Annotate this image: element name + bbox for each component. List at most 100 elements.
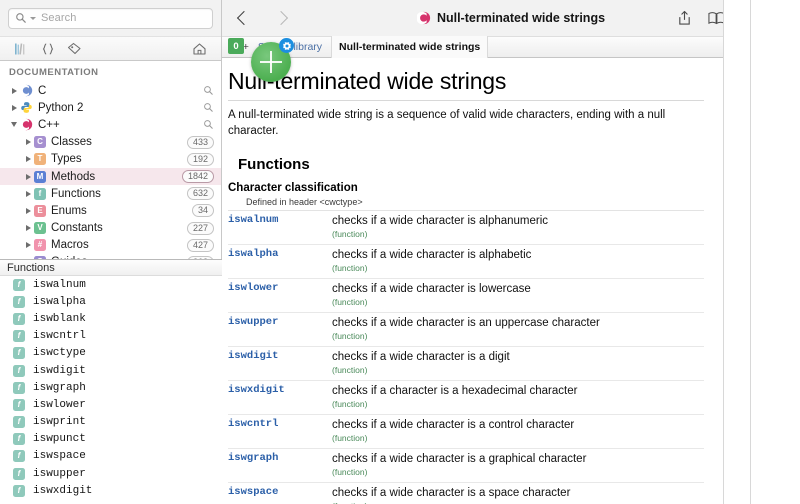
list-item[interactable]: f iswalnum	[0, 276, 222, 293]
page-title: Null-terminated wide strings	[228, 68, 704, 101]
type-badge-icon: #	[34, 239, 46, 252]
function-badge-icon: f	[13, 433, 25, 446]
list-item[interactable]: f iswblank	[0, 310, 222, 327]
breadcrumb-item-current[interactable]: Null-terminated wide strings	[331, 36, 489, 58]
function-kind: (function)	[332, 263, 368, 274]
function-kind: (function)	[332, 433, 368, 444]
function-name-cell[interactable]: iswdigit	[228, 346, 332, 382]
tree-item-macros[interactable]: # Macros 427	[0, 237, 221, 254]
home-icon[interactable]	[186, 39, 212, 59]
tree-item-types[interactable]: T Types 192	[0, 151, 221, 168]
function-name-cell[interactable]: iswalnum	[228, 211, 332, 246]
tree-item-cpp[interactable]: C++	[0, 116, 221, 133]
braces-icon[interactable]	[35, 39, 61, 59]
disclosure-triangle-icon[interactable]	[22, 156, 34, 163]
functions-table: iswalnum checks if a wide character is al…	[228, 211, 704, 504]
type-badge-icon: C	[34, 136, 46, 149]
disclosure-triangle-icon[interactable]	[22, 207, 34, 214]
list-item-label: iswxdigit	[33, 484, 93, 497]
function-description: checks if a wide character is a digit	[332, 351, 510, 364]
disclosure-triangle-icon[interactable]	[22, 139, 34, 146]
window-title-text: Null-terminated wide strings	[436, 11, 606, 25]
tree-item-functions[interactable]: f Functions 632	[0, 185, 221, 202]
tree-item-classes[interactable]: C Classes 433	[0, 134, 221, 151]
forward-button[interactable]	[269, 6, 293, 30]
list-item[interactable]: f iswxdigit	[0, 482, 222, 499]
forward-arrow-icon	[273, 10, 289, 26]
list-item[interactable]: f iswdigit	[0, 362, 222, 379]
search-scope-icon[interactable]	[203, 85, 214, 96]
right-edge-panels	[723, 0, 800, 504]
function-badge-icon: f	[13, 398, 25, 411]
function-description-cell: checks if a character is a hexadecimal c…	[332, 380, 704, 416]
library-icon[interactable]	[9, 39, 35, 59]
disclosure-triangle-icon[interactable]	[8, 104, 20, 111]
function-name-cell[interactable]: iswupper	[228, 312, 332, 348]
table-row[interactable]: iswdigit checks if a wide character is a …	[228, 346, 704, 382]
tree-item-enums[interactable]: E Enums 34	[0, 202, 221, 219]
table-row[interactable]: iswupper checks if a wide character is an…	[228, 312, 704, 348]
table-row[interactable]: iswalnum checks if a wide character is al…	[228, 211, 704, 246]
disclosure-triangle-icon[interactable]	[22, 190, 34, 197]
table-row[interactable]: iswcntrl checks if a wide character is a …	[228, 414, 704, 450]
functions-list: f iswalnum f iswalpha f iswblank f iswcntrl f isw…	[0, 276, 222, 499]
function-description: checks if a character is a hexadecimal c…	[332, 385, 578, 398]
tree-item-constants[interactable]: V Constants 227	[0, 220, 221, 237]
list-item[interactable]: f iswprint	[0, 414, 222, 431]
table-row[interactable]: iswalpha checks if a wide character is al…	[228, 244, 704, 280]
function-kind: (function)	[332, 467, 368, 478]
tree-item-count: 632	[186, 187, 214, 201]
function-name-cell[interactable]: iswspace	[228, 482, 332, 504]
status-badge: 0	[228, 38, 244, 54]
function-name: iswspace	[228, 486, 279, 499]
list-item-label: iswctype	[33, 347, 86, 360]
list-item[interactable]: f iswctype	[0, 345, 222, 362]
function-name-cell[interactable]: iswxdigit	[228, 380, 332, 416]
search-placeholder: Search	[41, 12, 77, 24]
cpp-logo-icon	[20, 119, 33, 131]
table-row[interactable]: iswxdigit checks if a character is a hexa…	[228, 380, 704, 416]
search-scope-icon[interactable]	[203, 102, 214, 113]
table-row[interactable]: iswgraph checks if a wide character is a …	[228, 448, 704, 484]
function-name: iswdigit	[228, 350, 279, 363]
search-scope-caret-icon[interactable]	[30, 16, 36, 20]
function-name-cell[interactable]: iswalpha	[228, 244, 332, 280]
list-item[interactable]: f iswlower	[0, 396, 222, 413]
settings-button[interactable]	[279, 38, 294, 53]
list-item[interactable]: f iswspace	[0, 448, 222, 465]
tree-item-c[interactable]: C	[0, 82, 221, 99]
function-name-cell[interactable]: iswcntrl	[228, 414, 332, 450]
function-name-cell[interactable]: iswgraph	[228, 448, 332, 484]
tree-item-count: 192	[186, 152, 214, 166]
tree-children: C Classes 433 T Types 192 M Methods 1842 f Functio…	[0, 134, 221, 272]
disclosure-triangle-icon[interactable]	[22, 225, 34, 232]
search-input[interactable]: Search	[8, 7, 213, 29]
function-description: checks if a wide character is an upperca…	[332, 317, 600, 330]
disclosure-triangle-icon[interactable]	[22, 173, 34, 180]
tree-item-label: Constants	[51, 222, 103, 235]
search-scope-icon[interactable]	[203, 119, 214, 130]
disclosure-triangle-icon[interactable]	[22, 242, 34, 249]
list-item[interactable]: f iswgraph	[0, 379, 222, 396]
documentation-section-label: DOCUMENTATION	[0, 61, 221, 82]
function-name-cell[interactable]: iswlower	[228, 278, 332, 314]
list-item[interactable]: f iswpunct	[0, 431, 222, 448]
document-content: Null-terminated wide strings A null-term…	[222, 58, 800, 504]
breadcrumb: C++ Strings library Null-terminated wide…	[222, 36, 800, 58]
disclosure-triangle-icon[interactable]	[8, 122, 20, 128]
back-arrow-icon	[236, 10, 252, 26]
type-badge-icon: T	[34, 153, 46, 166]
table-row[interactable]: iswspace checks if a wide character is a …	[228, 482, 704, 504]
share-icon[interactable]	[674, 8, 694, 28]
disclosure-triangle-icon[interactable]	[8, 87, 20, 94]
table-row[interactable]: iswlower checks if a wide character is lo…	[228, 278, 704, 314]
function-name: iswalpha	[228, 248, 279, 261]
search-bar: Search	[0, 0, 221, 36]
tree-item-python2[interactable]: Python 2	[0, 99, 221, 116]
list-item[interactable]: f iswupper	[0, 465, 222, 482]
tree-item-methods[interactable]: M Methods 1842	[0, 167, 221, 186]
list-item[interactable]: f iswcntrl	[0, 328, 222, 345]
list-item[interactable]: f iswalpha	[0, 293, 222, 310]
back-button[interactable]	[232, 6, 256, 30]
tag-icon[interactable]	[61, 39, 87, 59]
